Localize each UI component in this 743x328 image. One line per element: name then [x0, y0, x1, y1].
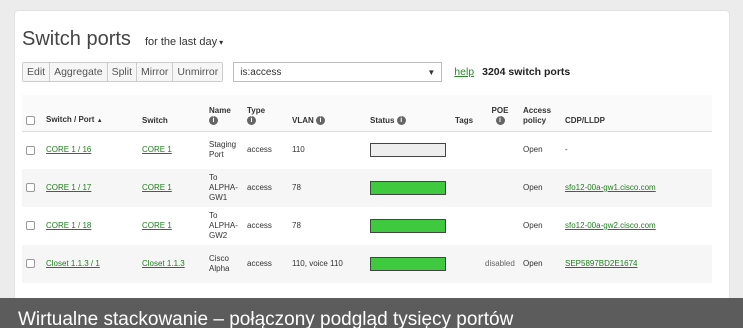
row-checkbox[interactable]: [26, 259, 35, 269]
time-range-dropdown[interactable]: for the last day ▾: [145, 36, 223, 48]
search-field[interactable]: ▼: [233, 62, 443, 82]
toolbar: Edit Aggregate Split Mirror Unmirror ▼ h…: [22, 62, 570, 82]
col-switch[interactable]: Switch: [138, 95, 205, 132]
table-row[interactable]: CORE 1 / 18 CORE 1 To ALPHA-GW2 access 7…: [22, 207, 712, 245]
table-row[interactable]: CORE 1 / 16 CORE 1 Staging Port access 1…: [22, 131, 712, 169]
port-tags: [451, 245, 481, 283]
edit-button[interactable]: Edit: [23, 63, 51, 81]
title-row: Switch ports for the last day ▾: [22, 28, 223, 51]
page-title: Switch ports: [22, 28, 131, 50]
switch-port-count: 3204 switch ports: [482, 66, 571, 78]
port-tags: [451, 131, 481, 169]
port-poe: [481, 169, 519, 207]
port-access-policy: Open: [523, 145, 543, 155]
port-vlan: 110: [292, 145, 305, 155]
switch-link[interactable]: Closet 1.1.3: [142, 259, 185, 268]
col-status[interactable]: Status i: [366, 95, 451, 132]
port-tags: [451, 207, 481, 245]
time-range-label: for the last day: [144, 36, 218, 48]
caption-banner: Wirtualne stackowanie – połączony podglą…: [0, 298, 743, 328]
col-name[interactable]: Name i: [205, 95, 243, 132]
col-tags[interactable]: Tags: [451, 95, 481, 132]
port-type: access: [247, 259, 272, 268]
mirror-button[interactable]: Mirror: [137, 63, 174, 81]
port-name: To ALPHA-GW1: [209, 173, 238, 202]
col-switch-port-label: Switch / Port: [46, 114, 95, 124]
unmirror-button[interactable]: Unmirror: [173, 63, 223, 81]
split-button[interactable]: Split: [107, 63, 137, 81]
aggregate-button[interactable]: Aggregate: [50, 63, 108, 81]
select-all-cell: [22, 95, 42, 132]
port-type: access: [247, 145, 272, 155]
caret-down-icon: ▾: [219, 38, 224, 47]
col-type[interactable]: Type i: [243, 95, 288, 132]
col-access-policy[interactable]: Access policy: [519, 95, 561, 132]
cdp-link[interactable]: SEP5897BD2E1674: [565, 259, 638, 268]
port-vlan: 78: [292, 183, 301, 192]
table-header-row: Switch / Port ▲ Switch Name i Type i VLAN …: [22, 95, 712, 132]
col-vlan-label: VLAN: [292, 115, 314, 125]
cdp-link[interactable]: sfo12-00a-gw2.cisco.com: [565, 221, 656, 230]
col-status-label: Status: [370, 115, 395, 125]
port-vlan: 78: [292, 221, 301, 230]
info-icon[interactable]: i: [247, 115, 256, 125]
row-checkbox[interactable]: [26, 183, 35, 193]
status-bar[interactable]: [370, 257, 446, 271]
caption-text: Wirtualne stackowanie – połączony podglą…: [18, 309, 514, 328]
switch-link[interactable]: CORE 1: [142, 221, 172, 230]
dropdown-arrow-icon[interactable]: ▼: [427, 68, 435, 77]
status-bar[interactable]: [370, 219, 446, 233]
col-vlan[interactable]: VLAN i: [288, 95, 366, 132]
table-row[interactable]: Closet 1.1.3 / 1 Closet 1.1.3 Cisco Alph…: [22, 245, 712, 283]
port-access-policy: Open: [523, 221, 543, 230]
port-name: Staging Port: [209, 140, 237, 160]
row-checkbox[interactable]: [26, 145, 35, 155]
port-poe: [481, 207, 519, 245]
select-all-checkbox[interactable]: [26, 115, 35, 125]
port-vlan: 110, voice 110: [292, 259, 343, 268]
switch-link[interactable]: CORE 1: [142, 183, 172, 192]
switch-ports-table: Switch / Port ▲ Switch Name i Type i VLAN …: [22, 95, 712, 283]
port-tags: [451, 169, 481, 207]
info-icon[interactable]: i: [316, 115, 326, 125]
port-access-policy: Open: [523, 183, 543, 192]
col-switch-port[interactable]: Switch / Port ▲: [42, 95, 138, 132]
port-poe: [481, 131, 519, 169]
port-name: To ALPHA-GW2: [209, 211, 238, 240]
status-bar[interactable]: [370, 143, 446, 158]
col-poe-label: POE: [491, 105, 509, 115]
port-access-policy: Open: [523, 259, 543, 268]
sort-ascending-icon: ▲: [96, 117, 103, 124]
port-cdp: -: [565, 145, 568, 155]
port-type: access: [247, 221, 272, 230]
help-link[interactable]: help: [454, 66, 474, 78]
status-bar[interactable]: [370, 181, 446, 195]
info-icon[interactable]: i: [209, 115, 218, 125]
col-cdp-lldp[interactable]: CDP/LLDP: [561, 95, 712, 132]
info-icon[interactable]: i: [495, 115, 505, 125]
port-link[interactable]: CORE 1 / 17: [46, 183, 91, 192]
port-name: Cisco Alpha: [209, 254, 230, 273]
port-link[interactable]: CORE 1 / 18: [46, 221, 91, 230]
col-poe[interactable]: POE i: [481, 95, 519, 132]
search-input[interactable]: [240, 66, 411, 78]
col-name-label: Name: [209, 105, 231, 115]
switch-link[interactable]: CORE 1: [142, 145, 172, 154]
col-type-label: Type: [247, 105, 266, 115]
port-link[interactable]: CORE 1 / 16: [46, 145, 91, 154]
cdp-link[interactable]: sfo12-00a-gw1.cisco.com: [565, 183, 656, 192]
row-checkbox[interactable]: [26, 221, 35, 231]
table-row[interactable]: CORE 1 / 17 CORE 1 To ALPHA-GW1 access 7…: [22, 169, 712, 207]
action-button-group: Edit Aggregate Split Mirror Unmirror: [22, 62, 224, 82]
port-poe: disabled: [485, 259, 515, 268]
info-icon[interactable]: i: [396, 115, 406, 125]
port-type: access: [247, 183, 272, 192]
port-link[interactable]: Closet 1.1.3 / 1: [46, 259, 100, 268]
